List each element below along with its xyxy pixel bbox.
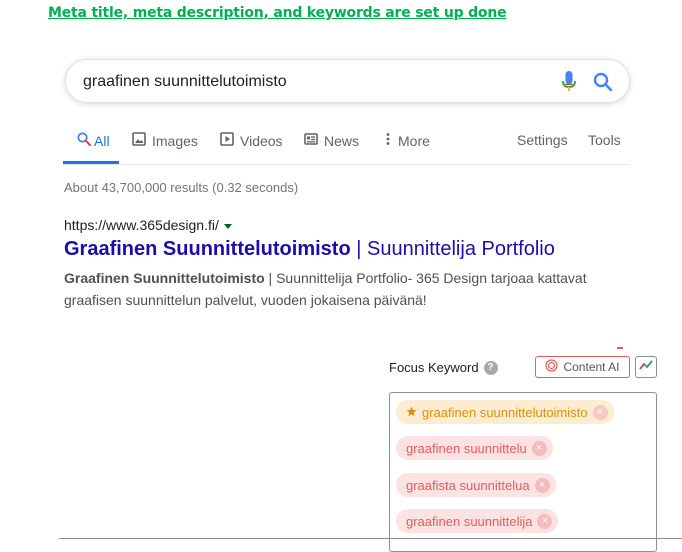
remove-keyword-icon[interactable]: ×: [592, 404, 608, 420]
search-query[interactable]: graafinen suunnittelutoimisto: [83, 73, 287, 91]
focus-keyword-box[interactable]: graafinen suunnittelutoimisto × graafine…: [389, 392, 657, 552]
tab-label: All: [94, 132, 110, 149]
notification-mark: [617, 347, 623, 349]
search-box[interactable]: graafinen suunnittelutoimisto: [65, 59, 630, 103]
content-ai-icon: [545, 359, 559, 375]
tabs-divider: [63, 164, 629, 165]
result-url[interactable]: https://www.365design.fi/: [64, 217, 232, 233]
keyword-tag[interactable]: graafinen suunnittelija ×: [396, 509, 559, 533]
caret-down-icon[interactable]: [223, 223, 232, 229]
help-icon[interactable]: ?: [483, 360, 498, 375]
image-icon: [132, 132, 146, 149]
result-title[interactable]: Graafinen Suunnittelutoimisto | Suunnitt…: [64, 238, 555, 261]
star-icon: [406, 405, 417, 420]
tab-more[interactable]: More: [384, 132, 430, 149]
tab-news[interactable]: News: [304, 132, 359, 149]
keyword-tag-label: graafinen suunnittelutoimisto: [422, 404, 588, 420]
keyword-tag[interactable]: graafinen suunnittelu ×: [396, 436, 553, 460]
trends-button[interactable]: [635, 356, 657, 378]
mic-icon[interactable]: [562, 71, 576, 98]
tab-videos[interactable]: Videos: [220, 132, 283, 149]
search-icon[interactable]: [593, 72, 613, 97]
keyword-tag-label: graafinen suunnittelija: [406, 513, 533, 529]
snippet-bold: Graafinen Suunnittelutoimisto: [64, 270, 265, 286]
trend-chart-icon: [639, 358, 653, 376]
result-title-bold: Graafinen Suunnittelutoimisto: [64, 238, 351, 260]
focus-keyword-text: Focus Keyword: [389, 360, 479, 375]
search-icon: [77, 132, 91, 149]
result-url-text: https://www.365design.fi/: [64, 217, 219, 233]
tab-label: Videos: [240, 132, 283, 149]
keyword-tag[interactable]: graafista suunnittelua ×: [396, 473, 556, 497]
remove-keyword-icon[interactable]: ×: [531, 440, 547, 456]
tools-link[interactable]: Tools: [588, 132, 621, 148]
news-icon: [304, 132, 318, 149]
tab-label: More: [398, 132, 430, 149]
keyword-tag-primary[interactable]: graafinen suunnittelutoimisto ×: [396, 400, 614, 424]
tab-images[interactable]: Images: [132, 132, 198, 149]
tab-label: News: [324, 132, 360, 149]
tab-all[interactable]: All: [77, 132, 110, 149]
keyword-tag-label: graafista suunnittelua: [406, 477, 530, 493]
remove-keyword-icon[interactable]: ×: [537, 513, 553, 529]
divider: [59, 538, 682, 539]
content-ai-label: Content AI: [563, 360, 620, 374]
remove-keyword-icon[interactable]: ×: [534, 477, 550, 493]
page-heading: Meta title, meta description, and keywor…: [48, 5, 507, 21]
settings-link[interactable]: Settings: [517, 132, 568, 148]
result-stats: About 43,700,000 results (0.32 seconds): [64, 180, 299, 195]
video-icon: [220, 132, 234, 149]
more-vert-icon: [384, 132, 392, 149]
result-snippet: Graafinen Suunnittelutoimisto | Suunnitt…: [64, 267, 624, 311]
content-ai-button[interactable]: Content AI: [535, 356, 630, 378]
keyword-tag-label: graafinen suunnittelu: [406, 440, 527, 456]
result-title-rest: | Suunnittelija Portfolio: [350, 238, 555, 260]
tab-label: Images: [152, 132, 198, 149]
focus-keyword-label: Focus Keyword ?: [389, 360, 498, 375]
